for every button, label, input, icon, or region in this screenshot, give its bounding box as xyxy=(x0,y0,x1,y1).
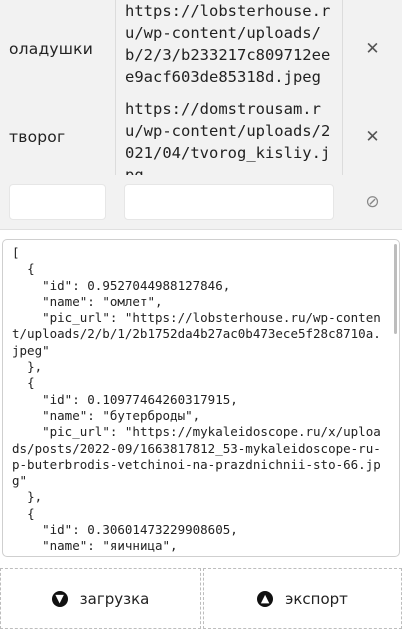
block-icon: ⊘ xyxy=(365,192,380,212)
export-button[interactable]: ▲ экспорт xyxy=(203,568,402,629)
row-url: https://domstrousam.ru/wp-content/upload… xyxy=(115,98,343,175)
delete-row-button[interactable]: ✕ xyxy=(343,98,402,175)
json-scrollbar[interactable] xyxy=(394,244,397,334)
table-row: творог https://domstrousam.ru/wp-content… xyxy=(0,98,402,176)
new-url-input[interactable] xyxy=(124,184,334,220)
add-row-button[interactable]: ⊘ xyxy=(343,175,402,229)
download-icon: ▼ xyxy=(51,590,68,607)
json-editor[interactable]: [ { "id": 0.9527044988127846, "name": "о… xyxy=(2,239,400,557)
json-content[interactable]: [ { "id": 0.9527044988127846, "name": "о… xyxy=(3,240,399,556)
new-row: ⊘ xyxy=(0,175,402,230)
close-icon: ✕ xyxy=(365,39,380,59)
load-button-label: загрузка xyxy=(79,589,150,608)
new-name-input[interactable] xyxy=(9,184,106,220)
row-url: ...jpeg https://lobsterhouse.ru/wp-conte… xyxy=(115,0,343,98)
row-name: творог xyxy=(9,127,66,146)
upload-icon: ▲ xyxy=(257,590,274,607)
close-icon: ✕ xyxy=(365,126,380,147)
delete-row-button[interactable]: ✕ xyxy=(343,0,402,98)
row-name: оладушки xyxy=(9,40,93,58)
load-button[interactable]: ▼ загрузка xyxy=(0,568,201,629)
table-row: оладушки ...jpeg https://lobsterhouse.ru… xyxy=(0,0,402,99)
row-url-text: https://lobsterhouse.ru/wp-content/uploa… xyxy=(125,2,331,86)
export-button-label: экспорт xyxy=(285,589,348,608)
